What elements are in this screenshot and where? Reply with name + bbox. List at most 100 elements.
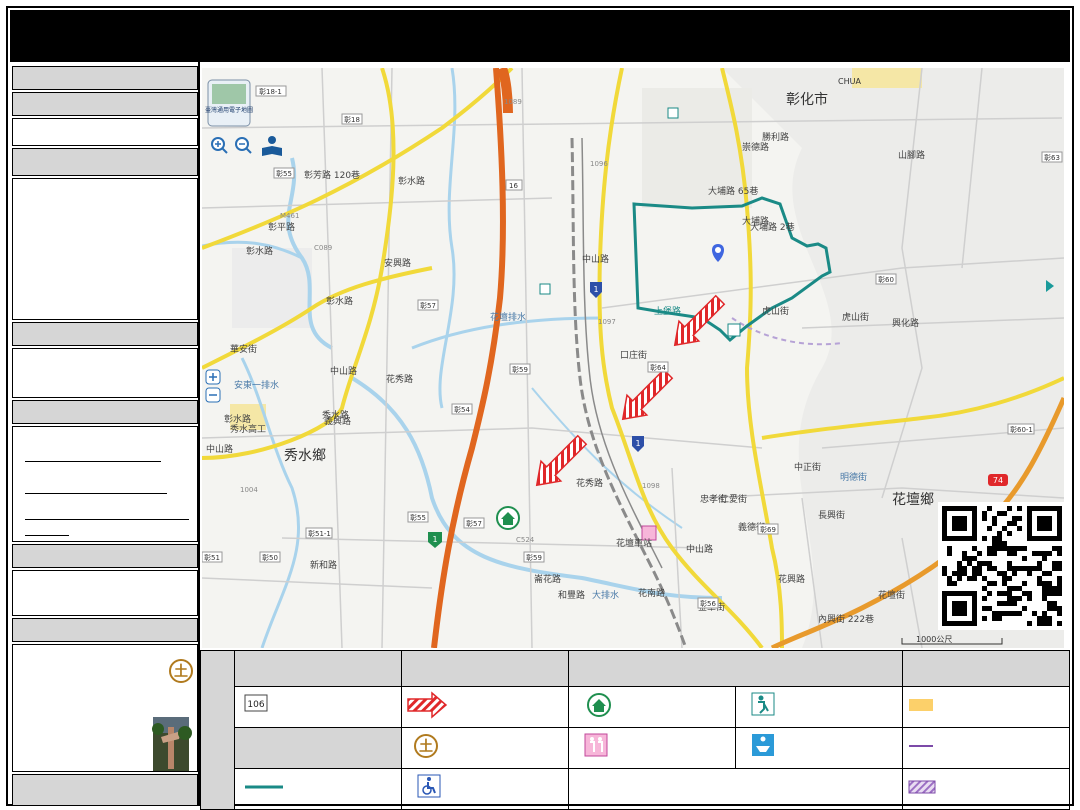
tourism-zone-line-swatch (245, 785, 283, 789)
qr-module (1057, 581, 1062, 586)
qr-module (967, 561, 972, 566)
info-box-1 (12, 118, 198, 146)
qr-module (957, 561, 962, 566)
road-label: 花壇排水 (490, 311, 526, 323)
qr-module (1042, 591, 1047, 596)
road-label: 花秀路 (576, 477, 603, 489)
road-label: 中山路 (206, 443, 233, 455)
link-underline[interactable] (25, 493, 167, 494)
qr-module (992, 581, 997, 586)
link-underline[interactable] (25, 461, 161, 462)
qr-module (1002, 611, 1007, 616)
map-view[interactable]: 1 1 1 74 彰化市 秀水鄉 花壇鄉 CHUA 中山路 中山路 中山路 中山… (202, 68, 1064, 648)
qr-module (987, 566, 992, 571)
qr-module (1007, 531, 1012, 536)
qr-module (1057, 606, 1062, 611)
legend-cell (401, 686, 569, 728)
road-label: 虎山街 (842, 311, 869, 323)
route-shield-label: 16 (509, 182, 518, 190)
qr-module (1047, 616, 1052, 621)
route-shield-label: 彰51-1 (308, 529, 331, 538)
info-header-1 (12, 66, 198, 90)
home-icon[interactable] (496, 506, 520, 530)
qr-module (1057, 566, 1062, 571)
info-header-5 (12, 400, 198, 424)
qr-finder (952, 516, 967, 531)
earth-god-temple-icon: 土 (169, 659, 193, 683)
qr-module (1047, 606, 1052, 611)
place-label: 花壇鄉 (892, 491, 934, 508)
qr-module (1057, 591, 1062, 596)
zoom-in-button[interactable] (205, 369, 221, 385)
qr-module (992, 566, 997, 571)
qr-module (1002, 526, 1007, 531)
qr-module (1017, 546, 1022, 551)
qr-module (1042, 571, 1047, 576)
road-label: 虎山街 (762, 305, 789, 317)
earth-god-temple-icon: 土 (414, 734, 438, 758)
qr-module (977, 566, 982, 571)
qr-module (952, 571, 957, 576)
road-label: 安東一排水 (234, 379, 279, 391)
link-underline[interactable] (25, 519, 189, 520)
info-box-4 (12, 570, 198, 616)
qr-module (1002, 511, 1007, 516)
qr-module (1047, 591, 1052, 596)
qr-module (982, 616, 987, 621)
zoom-out-button[interactable] (205, 387, 221, 403)
route-shield-label: 1098 (642, 482, 660, 490)
qr-module (1052, 561, 1057, 566)
legend-cell (902, 686, 1070, 728)
qr-module (1047, 571, 1052, 576)
qr-module (957, 571, 962, 576)
place-label: 秀水鄉 (284, 448, 326, 464)
route-shield-label: 1089 (504, 98, 522, 106)
info-header-3 (12, 148, 198, 176)
qr-module (1017, 586, 1022, 591)
route-shield-label: C089 (314, 244, 332, 252)
route-shield-label: 彰59 (512, 365, 528, 374)
school-area-2 (852, 68, 922, 88)
qr-module (962, 571, 967, 576)
qr-module (967, 556, 972, 561)
svg-text:1: 1 (593, 285, 598, 294)
route-shield-label: 1097 (598, 318, 616, 326)
qr-module (1007, 546, 1012, 551)
qr-module (1012, 551, 1017, 556)
svg-text:1: 1 (432, 535, 437, 544)
qr-module (982, 606, 987, 611)
link-underline[interactable] (25, 535, 69, 536)
legend-cell (735, 727, 903, 769)
qr-module (1007, 506, 1012, 511)
qr-module (1052, 606, 1057, 611)
qr-module (1007, 591, 1012, 596)
road-label: 花興路 (778, 573, 805, 585)
route-shield-label: M461 (280, 212, 299, 220)
boundary-line-swatch (909, 745, 933, 747)
qr-module (987, 551, 992, 556)
info-header-6 (12, 544, 198, 568)
qr-module (1037, 561, 1042, 566)
qr-module (1012, 596, 1017, 601)
landmark-photo (152, 717, 192, 771)
route-shield-label: 彰50 (262, 553, 278, 562)
qr-module (1037, 581, 1042, 586)
info-header-8 (12, 774, 198, 806)
qr-module (992, 611, 997, 616)
qr-module (1047, 581, 1052, 586)
qr-module (1017, 506, 1022, 511)
qr-module (962, 556, 967, 561)
elder-icon (727, 323, 741, 337)
qr-module (1002, 571, 1007, 576)
road-label: 興化路 (892, 317, 919, 329)
legend-cell (568, 727, 736, 769)
title-bar (10, 10, 1070, 62)
legend-cell (902, 727, 1070, 769)
qr-module (1042, 581, 1047, 586)
qr-module (1012, 521, 1017, 526)
map-brand-badge[interactable]: 臺灣通用電子地圖 (205, 79, 253, 127)
svg-text:土: 土 (419, 738, 433, 755)
qr-module (997, 531, 1002, 536)
legend: 106 土 (200, 650, 1070, 810)
qr-module (997, 616, 1002, 621)
